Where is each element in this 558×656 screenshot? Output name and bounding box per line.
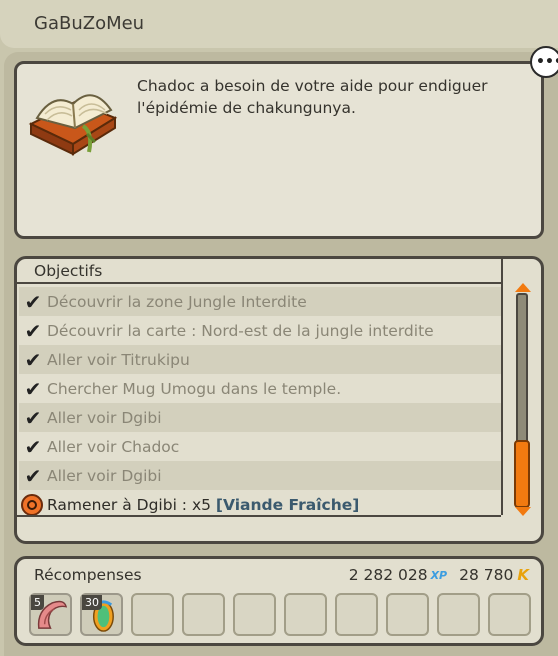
reward-slot-empty bbox=[233, 593, 276, 636]
slot-quantity: 5 bbox=[31, 595, 44, 610]
reward-slot[interactable]: 5 bbox=[29, 593, 72, 636]
list-item: ✔ Aller voir Dgibi bbox=[19, 403, 501, 432]
divider bbox=[17, 282, 501, 284]
objective-text: Chercher Mug Umogu dans le temple. bbox=[47, 379, 342, 398]
scrollbar-thumb[interactable] bbox=[514, 440, 530, 508]
check-icon: ✔ bbox=[24, 434, 42, 459]
check-icon: ✔ bbox=[24, 318, 42, 343]
kamas-icon: K bbox=[517, 566, 529, 584]
scroll-down-arrow-icon[interactable] bbox=[515, 507, 531, 516]
check-icon: ✔ bbox=[24, 289, 42, 314]
list-item: ✔ Découvrir la zone Jungle Interdite bbox=[19, 287, 501, 316]
quest-book-icon bbox=[28, 94, 118, 156]
check-icon: ✔ bbox=[24, 347, 42, 372]
check-icon: ✔ bbox=[24, 376, 42, 401]
rewards-box: Récompenses 2 282 028 XP 28 780 K 5 30 bbox=[14, 556, 544, 646]
character-name: GaBuZoMeu bbox=[34, 13, 145, 34]
objective-text: Découvrir la zone Jungle Interdite bbox=[47, 292, 307, 311]
objective-text: Découvrir la carte : Nord-est de la jung… bbox=[47, 321, 434, 340]
item-link[interactable]: [Viande Fraîche] bbox=[216, 496, 359, 514]
check-icon: ✔ bbox=[24, 405, 42, 430]
quest-description: Chadoc a besoin de votre aide pour endig… bbox=[137, 77, 488, 117]
objectives-box: Objectifs ✔ Découvrir la zone Jungle Int… bbox=[14, 256, 544, 544]
xp-value: 2 282 028 bbox=[348, 566, 428, 584]
objectives-list: ✔ Découvrir la zone Jungle Interdite ✔ D… bbox=[19, 287, 501, 519]
list-item: ✔ Chercher Mug Umogu dans le temple. bbox=[19, 374, 501, 403]
objective-text: Aller voir Dgibi bbox=[47, 466, 162, 485]
reward-slot-empty bbox=[335, 593, 378, 636]
objective-text: Ramener à Dgibi : x5 bbox=[47, 495, 216, 514]
speech-bubble-icon[interactable]: ••• bbox=[530, 46, 558, 78]
reward-slot-empty bbox=[386, 593, 429, 636]
scroll-up-arrow-icon[interactable] bbox=[515, 283, 531, 292]
rewards-header: Récompenses bbox=[34, 566, 142, 584]
list-item: ✔ Aller voir Titrukipu bbox=[19, 345, 501, 374]
objective-text: Aller voir Chadoc bbox=[47, 437, 180, 456]
reward-slot-empty bbox=[488, 593, 531, 636]
reward-slot-empty bbox=[131, 593, 174, 636]
list-item: ✔ Découvrir la carte : Nord-est de la ju… bbox=[19, 316, 501, 345]
xp-icon: XP bbox=[430, 568, 448, 582]
divider bbox=[501, 259, 503, 515]
kamas-value: 28 780 bbox=[459, 566, 514, 584]
list-item: ✔ Aller voir Chadoc bbox=[19, 432, 501, 461]
target-icon[interactable] bbox=[21, 493, 43, 516]
reward-slot-empty bbox=[182, 593, 225, 636]
list-item: ✔ Aller voir Dgibi bbox=[19, 461, 501, 490]
objective-text: Aller voir Titrukipu bbox=[47, 350, 190, 369]
title-bar: GaBuZoMeu bbox=[0, 0, 558, 48]
reward-slot[interactable]: 30 bbox=[80, 593, 123, 636]
reward-slot-empty bbox=[437, 593, 480, 636]
reward-slot-empty bbox=[284, 593, 327, 636]
reward-values: 2 282 028 XP 28 780 K bbox=[349, 566, 529, 584]
reward-slots: 5 30 bbox=[29, 593, 531, 636]
objectives-header: Objectifs bbox=[34, 262, 103, 280]
divider bbox=[17, 515, 501, 517]
objective-text: Aller voir Dgibi bbox=[47, 408, 162, 427]
check-icon: ✔ bbox=[24, 463, 42, 488]
slot-quantity: 30 bbox=[82, 595, 102, 610]
quest-description-box: Chadoc a besoin de votre aide pour endig… bbox=[14, 61, 544, 239]
